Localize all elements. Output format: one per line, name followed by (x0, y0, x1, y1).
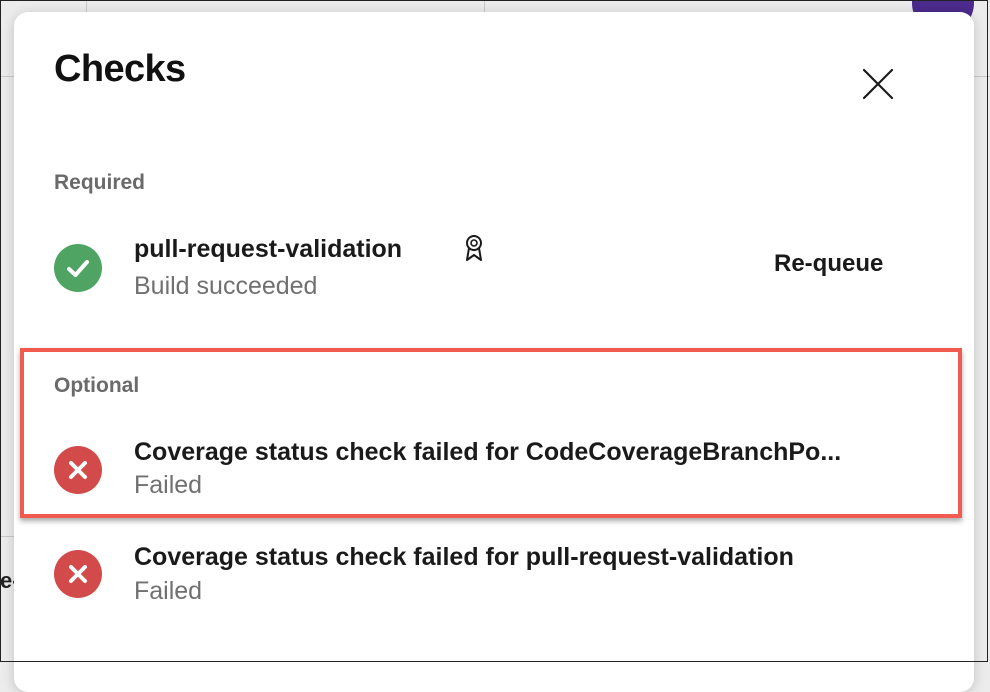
x-circle-icon (54, 446, 102, 494)
section-label-optional: Optional (54, 374, 140, 397)
background-divider (974, 76, 990, 77)
check-status: Failed (134, 471, 203, 499)
check-name[interactable]: pull-request-validation (134, 235, 402, 264)
background-divider (0, 76, 14, 77)
check-circle-icon (54, 244, 102, 292)
checks-dialog: Checks Required pull-request-validation … (14, 12, 974, 692)
award-ribbon-icon (466, 235, 482, 261)
close-button[interactable] (860, 66, 896, 102)
background-divider (0, 536, 14, 537)
requeue-button[interactable]: Re-queue (774, 250, 883, 278)
close-icon (862, 68, 894, 100)
background-divider (484, 0, 485, 12)
section-label-required: Required (54, 171, 146, 194)
x-circle-icon (54, 550, 102, 598)
check-status: Failed (134, 577, 203, 605)
background-divider (86, 0, 87, 12)
check-name[interactable]: Coverage status check failed for pull-re… (134, 543, 794, 572)
check-name[interactable]: Coverage status check failed for CodeCov… (134, 438, 841, 467)
check-status: Build succeeded (134, 272, 318, 300)
dialog-title: Checks (54, 48, 186, 90)
